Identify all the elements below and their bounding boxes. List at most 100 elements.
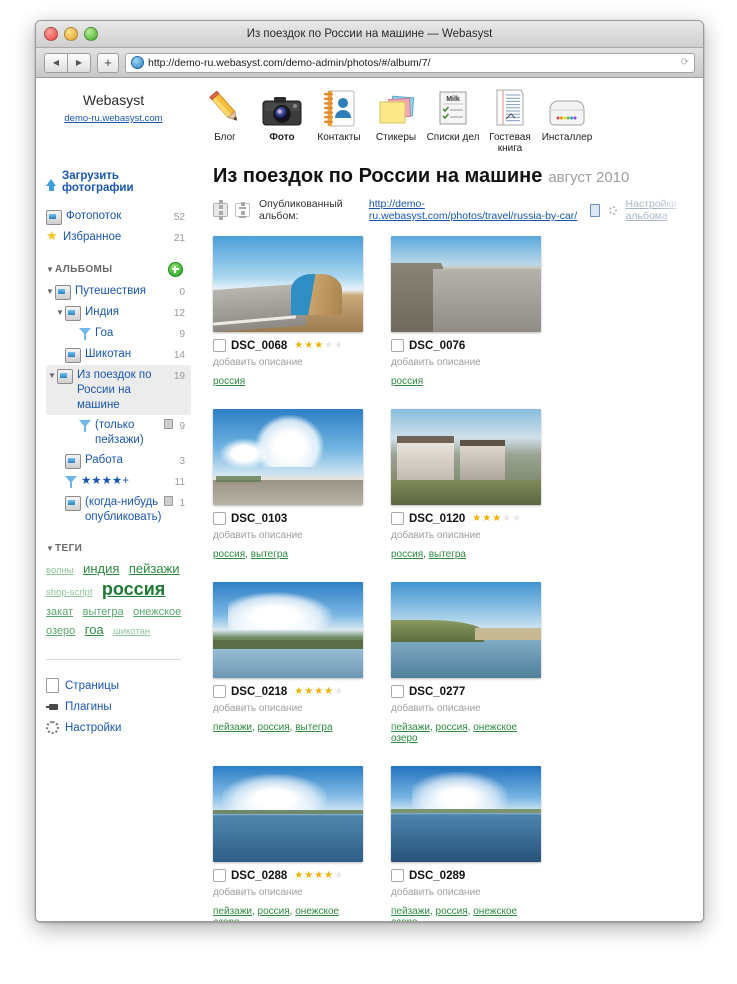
sidebar-item-favorites[interactable]: ★ Избранное 21	[46, 227, 191, 248]
photo-description-placeholder[interactable]: добавить описание	[213, 357, 363, 368]
photo-thumbnail[interactable]	[391, 409, 541, 505]
back-button[interactable]: ◀	[44, 52, 68, 73]
sidebar-album-item[interactable]: ▼Работа3	[46, 450, 191, 471]
rating-star[interactable]: ★	[304, 870, 313, 881]
photo-thumbnail[interactable]	[213, 236, 363, 332]
rating-star[interactable]: ★	[294, 870, 303, 881]
app-pencil[interactable]: Блог	[197, 86, 253, 154]
photo-tag-link[interactable]: пейзажи	[391, 722, 430, 733]
photo-thumbnail[interactable]	[213, 766, 363, 862]
chevron-down-icon[interactable]: ▼	[56, 305, 65, 320]
grid-view-toggle[interactable]	[213, 199, 228, 221]
app-installer[interactable]: Инсталлер	[539, 86, 595, 154]
sidebar-album-item[interactable]: ▼ Из поездок по России на машине 19	[46, 365, 191, 415]
list-view-toggle[interactable]	[235, 201, 250, 219]
photo-rating-stars[interactable]: ★ ★ ★ ★ ★	[294, 340, 343, 351]
photo-tag-link[interactable]: пейзажи	[391, 906, 430, 917]
photo-tag-link[interactable]: россия	[436, 906, 468, 917]
photo-thumbnail[interactable]	[391, 582, 541, 678]
photo-description-placeholder[interactable]: добавить описание	[213, 887, 363, 898]
rating-star[interactable]: ★	[334, 870, 343, 881]
photo-filename[interactable]: DSC_0277	[409, 686, 465, 698]
sidebar-item-gear[interactable]: Настройки	[46, 717, 191, 738]
copy-link-icon[interactable]	[589, 203, 600, 217]
sidebar-album-item[interactable]: ▼(когда-нибудь опубликовать)1	[46, 492, 191, 527]
tag-link[interactable]: пейзажи	[129, 561, 180, 576]
photo-description-placeholder[interactable]: добавить описание	[213, 530, 363, 541]
photo-tag-link[interactable]: россия	[258, 722, 290, 733]
add-album-icon[interactable]	[168, 262, 183, 277]
reload-icon[interactable]: ⟳	[681, 57, 689, 68]
published-url-link[interactable]: http://demo-ru.webasyst.com/photos/trave…	[369, 198, 581, 222]
photo-description-placeholder[interactable]: добавить описание	[391, 887, 541, 898]
tag-link[interactable]: волны	[46, 565, 74, 576]
rating-star[interactable]: ★	[472, 513, 481, 524]
photo-description-placeholder[interactable]: добавить описание	[213, 703, 363, 714]
app-contacts[interactable]: Контакты	[311, 86, 367, 154]
rating-star[interactable]: ★	[294, 340, 303, 351]
new-tab-button[interactable]: +	[97, 52, 119, 73]
photo-tag-link[interactable]: вытегра	[251, 549, 288, 560]
upload-photos-button[interactable]: Загрузить фотографии	[46, 170, 191, 194]
tag-link[interactable]: вытегра	[83, 606, 124, 618]
brand-link[interactable]: demo-ru.webasyst.com	[36, 113, 191, 124]
photo-tag-link[interactable]: вытегра	[295, 722, 332, 733]
photo-description-placeholder[interactable]: добавить описание	[391, 530, 541, 541]
tag-link[interactable]: shop-script	[46, 587, 92, 598]
rating-star[interactable]: ★	[324, 870, 333, 881]
photo-tag-link[interactable]: россия	[213, 376, 245, 387]
photo-tag-link[interactable]: россия	[213, 549, 245, 560]
app-checklist[interactable]: Milk Списки дел	[425, 86, 481, 154]
photo-filename[interactable]: DSC_0288	[231, 870, 287, 882]
photo-select-checkbox[interactable]	[213, 869, 226, 882]
photo-tag-link[interactable]: россия	[391, 376, 423, 387]
rating-star[interactable]: ★	[334, 340, 343, 351]
photo-tag-link[interactable]: россия	[436, 722, 468, 733]
photo-filename[interactable]: DSC_0076	[409, 340, 465, 352]
sidebar-album-item[interactable]: ▼ Путешествия 0	[46, 281, 191, 302]
photo-thumbnail[interactable]	[391, 236, 541, 332]
photo-thumbnail[interactable]	[213, 409, 363, 505]
sidebar-item-page[interactable]: Страницы	[46, 674, 191, 697]
photo-thumbnail[interactable]	[213, 582, 363, 678]
sidebar-album-item[interactable]: ▼Шикотан14	[46, 344, 191, 365]
rating-star[interactable]: ★	[492, 513, 501, 524]
photo-tag-link[interactable]: пейзажи	[213, 906, 252, 917]
tags-caret-icon[interactable]: ▼	[46, 541, 55, 556]
album-settings-link[interactable]: Настройки альбома	[626, 198, 703, 222]
photo-filename[interactable]: DSC_0218	[231, 686, 287, 698]
address-bar[interactable]: http://demo-ru.webasyst.com/demo-admin/p…	[125, 52, 695, 73]
sidebar-item-photostream[interactable]: Фотопоток 52	[46, 206, 191, 227]
sidebar-album-item[interactable]: ▼ Индия 12	[46, 302, 191, 323]
photo-select-checkbox[interactable]	[213, 512, 226, 525]
rating-star[interactable]: ★	[502, 513, 511, 524]
rating-star[interactable]: ★	[314, 340, 323, 351]
sidebar-item-plug[interactable]: Плагины	[46, 697, 191, 717]
rating-star[interactable]: ★	[334, 686, 343, 697]
rating-star[interactable]: ★	[324, 686, 333, 697]
sidebar-album-item[interactable]: ▼(только пейзажи)9	[46, 415, 191, 450]
photo-tag-link[interactable]: россия	[258, 906, 290, 917]
photo-select-checkbox[interactable]	[391, 512, 404, 525]
photo-filename[interactable]: DSC_0120	[409, 513, 465, 525]
rating-star[interactable]: ★	[324, 340, 333, 351]
photo-rating-stars[interactable]: ★ ★ ★ ★ ★	[472, 513, 521, 524]
tag-link[interactable]: закат	[46, 606, 73, 618]
photo-thumbnail[interactable]	[391, 766, 541, 862]
rating-star[interactable]: ★	[304, 340, 313, 351]
rating-star[interactable]: ★	[512, 513, 521, 524]
photo-filename[interactable]: DSC_0068	[231, 340, 287, 352]
photo-filename[interactable]: DSC_0103	[231, 513, 287, 525]
rating-star[interactable]: ★	[314, 686, 323, 697]
photo-select-checkbox[interactable]	[391, 685, 404, 698]
minimize-button[interactable]	[64, 27, 78, 41]
rating-star[interactable]: ★	[482, 513, 491, 524]
tag-link[interactable]: шикотан	[113, 626, 150, 637]
rating-star[interactable]: ★	[294, 686, 303, 697]
sidebar-album-item[interactable]: ▼★★★★+11	[46, 471, 191, 492]
tag-link[interactable]: индия	[83, 561, 119, 576]
photo-tag-link[interactable]: вытегра	[429, 549, 466, 560]
photo-description-placeholder[interactable]: добавить описание	[391, 703, 541, 714]
chevron-down-icon[interactable]: ▼	[46, 284, 55, 299]
app-camera[interactable]: Фото	[254, 86, 310, 154]
